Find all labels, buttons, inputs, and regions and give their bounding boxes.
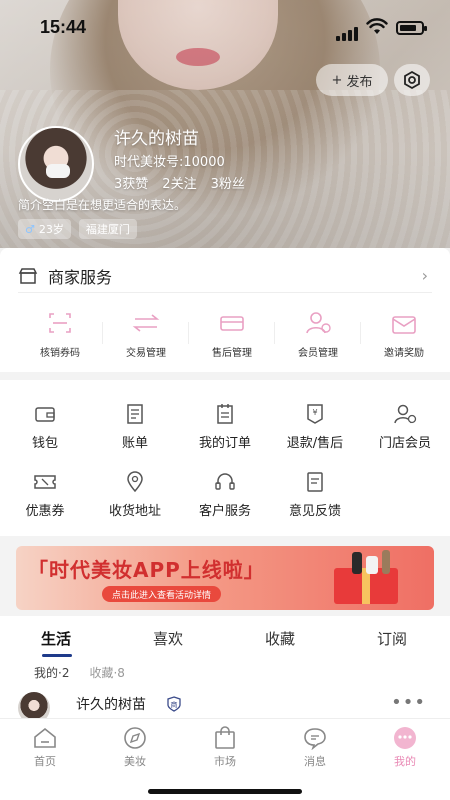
profile-header: 15:44 + 发布 许久的树苗 时代美妆号:10000 3获赞 2关注 3粉丝… [0,0,450,248]
merchant-item-trade[interactable]: 交易管理 [103,310,189,359]
home-icon [0,725,90,751]
subtab-collect[interactable]: 收藏·8 [89,664,124,681]
bill-icon [90,402,180,426]
aftersale-icon [189,310,275,336]
nav-profile[interactable]: 我的 [360,725,450,769]
merchant-services-card: 商家服务 › 核销券码 交易管理 售后管理 会员管理 邀请奖励 [0,248,450,372]
tab-indicator [42,654,72,657]
chevron-right-icon: › [421,266,428,285]
order-icon [180,402,270,426]
merchant-badge-icon: 商 [167,696,181,712]
merchant-item-scan[interactable]: 核销券码 [17,310,103,359]
tab-life[interactable]: 生活 [0,628,112,649]
user-id: 时代美妆号:10000 [114,155,225,170]
bag-icon [180,725,270,751]
cosmetic-jar-icon [366,556,378,574]
wallet-icon [0,402,90,426]
merchant-item-aftersale[interactable]: 售后管理 [189,310,275,359]
settings-button[interactable] [394,64,430,96]
service-store-member[interactable]: 门店会员 [360,402,450,451]
battery-icon [396,21,427,35]
merchant-item-invite[interactable]: 邀请奖励 [361,310,447,359]
status-bar: 15:44 [0,0,450,50]
banner-cta: 点击此进入查看活动详情 [102,586,222,602]
invite-icon [361,310,447,336]
tab-subscriptions[interactable]: 订阅 [336,628,448,649]
service-address[interactable]: 收货地址 [90,470,180,519]
followers-stat[interactable]: 3粉丝 [211,173,245,192]
merchant-services-title: 商家服务 [48,268,113,287]
svg-text:商: 商 [171,700,178,709]
cosmetic-brush-icon [382,550,390,574]
location-icon [90,470,180,494]
service-orders[interactable]: 我的订单 [180,402,270,451]
home-indicator [148,789,302,794]
avatar[interactable] [18,126,94,202]
bio-text: 简介空白是在想更适合的表达。 [18,198,187,212]
profile-tags: ♂ 23岁 福建厦门 [18,219,137,239]
exchange-icon [103,310,189,336]
tab-favorites[interactable]: 收藏 [224,628,336,649]
promo-banner[interactable]: 「时代美妆APP上线啦」 点击此进入查看活动详情 [16,546,434,610]
profile-icon [360,725,450,751]
location-tag: 福建厦门 [78,219,137,239]
tab-likes[interactable]: 喜欢 [112,628,224,649]
gear-icon [404,70,420,90]
message-icon [270,725,360,751]
nickname: 许久的树苗 [114,129,199,149]
store-icon [18,268,38,284]
likes-stat[interactable]: 3获赞 [114,173,148,192]
feedback-icon [270,470,360,494]
age-tag: ♂ 23岁 [18,219,71,239]
member-icon [275,310,361,336]
banner-title: 「时代美妆APP上线啦」 [28,558,265,582]
service-bill[interactable]: 账单 [90,402,180,451]
merchant-item-member[interactable]: 会员管理 [275,310,361,359]
service-feedback[interactable]: 意见反馈 [270,470,360,519]
bottom-nav: 首页 美妆 市场 消息 我的 [0,718,450,800]
scan-icon [17,310,103,336]
male-icon: ♂ [25,222,35,236]
service-refund[interactable]: ¥ 退款/售后 [270,402,360,451]
post-author: 许久的树苗 [76,697,146,713]
content-tabs: 生活 喜欢 收藏 订阅 我的·2 收藏·8 许久的树苗 商 ••• [0,616,450,728]
profile-stats: 3获赞 2关注 3粉丝 [114,173,245,192]
service-coupon[interactable]: 优惠券 [0,470,90,519]
nav-market[interactable]: 市场 [180,725,270,769]
following-stat[interactable]: 2关注 [162,173,196,192]
service-customer[interactable]: 客户服务 [180,470,270,519]
cosmetic-bottle-icon [352,552,362,574]
nav-beauty[interactable]: 美妆 [90,725,180,769]
coupon-icon [0,470,90,494]
store-member-icon [360,402,450,426]
nav-home[interactable]: 首页 [0,725,90,769]
wifi-icon [366,18,388,40]
plus-icon: + [331,72,343,88]
service-wallet[interactable]: 钱包 [0,402,90,451]
status-time: 15:44 [40,17,87,37]
nav-messages[interactable]: 消息 [270,725,360,769]
subtab-mine[interactable]: 我的·2 [34,664,69,681]
headset-icon [180,470,270,494]
publish-label: 发布 [346,74,373,90]
compass-icon [90,725,180,751]
refund-icon: ¥ [270,402,360,426]
more-icon[interactable]: ••• [391,692,426,713]
services-grid: 钱包 账单 我的订单 ¥ 退款/售后 门店会员 优惠券 收货地址 客户服务 意见… [0,380,450,536]
merchant-services-header[interactable]: 商家服务 › [18,262,432,290]
svg-text:¥: ¥ [312,408,317,417]
publish-button[interactable]: + 发布 [316,64,388,96]
signal-icon [336,22,360,41]
